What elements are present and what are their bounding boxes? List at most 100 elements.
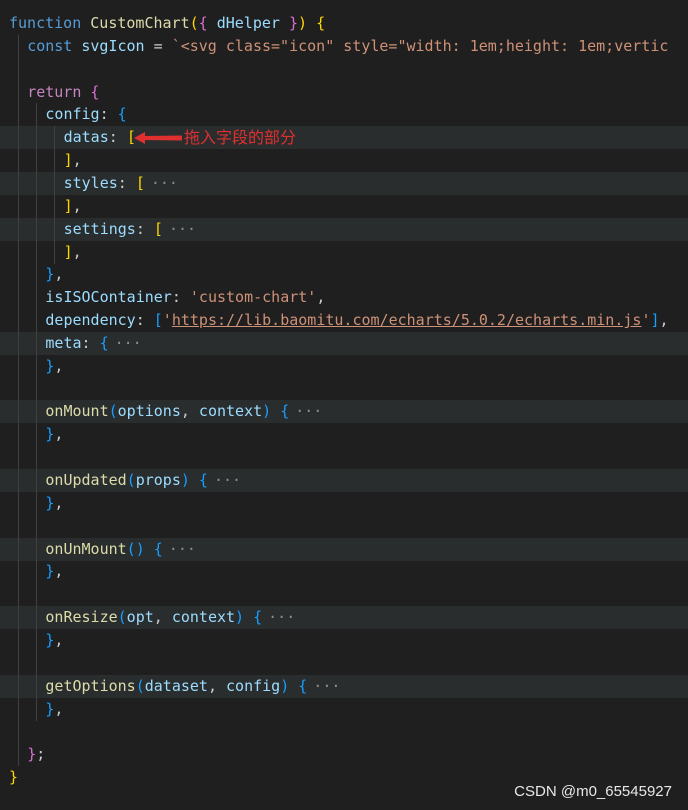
code-token: styles (63, 173, 118, 192)
code-token: ) (262, 402, 272, 421)
indent-guide (18, 194, 19, 218)
code-line[interactable]: onUpdated(props) {··· (0, 469, 688, 492)
indent-guide (18, 331, 19, 355)
code-line[interactable]: config: { (0, 103, 688, 127)
code-token: { (198, 471, 208, 489)
code-token: `<svg class="icon" style="width: 1em;hei… (171, 36, 669, 55)
code-text: settings: [··· (64, 218, 198, 241)
code-line[interactable]: settings: [··· (0, 217, 688, 241)
code-line[interactable]: isISOContainer: 'custom-chart', (0, 286, 688, 310)
code-token: { (117, 105, 127, 124)
code-line[interactable] (0, 720, 688, 744)
code-line[interactable]: styles: [··· (0, 171, 688, 195)
code-text: onMount(options, context) {··· (45, 400, 324, 423)
code-token: { (90, 82, 100, 101)
code-token: onResize (45, 608, 118, 627)
indent-guide (18, 34, 19, 58)
indent-guide (36, 674, 38, 698)
code-line[interactable]: getOptions(dataset, config) {··· (0, 674, 688, 698)
indent-guide (54, 149, 56, 173)
indent-guide (36, 423, 38, 447)
code-token: onUnMount (45, 539, 127, 558)
code-line[interactable]: onResize(opt, context) {··· (0, 606, 688, 630)
indent-guide (54, 194, 56, 218)
code-token: : (135, 311, 154, 330)
code-line[interactable]: }, (0, 263, 688, 287)
indent-guide (36, 286, 38, 310)
code-text: dependency: ['https://lib.baomitu.com/ec… (45, 309, 668, 332)
code-line[interactable]: ], (0, 240, 688, 264)
indent-guide (36, 628, 38, 652)
code-token: , (54, 265, 64, 284)
code-line[interactable]: ], (0, 194, 688, 218)
code-line[interactable]: }, (0, 354, 688, 378)
fold-ellipsis-button[interactable]: ··· (311, 677, 342, 695)
fold-ellipsis-button[interactable]: ··· (266, 608, 297, 626)
code-line[interactable] (0, 651, 688, 675)
fold-ellipsis-button[interactable]: ··· (293, 402, 324, 420)
code-token: , (659, 311, 669, 330)
code-token: ) (235, 608, 245, 627)
indent-guide (36, 697, 38, 721)
code-line[interactable] (0, 377, 688, 401)
code-line[interactable]: }, (0, 560, 688, 584)
code-line[interactable]: }, (0, 491, 688, 515)
code-token: ( (189, 14, 199, 32)
code-token: svgIcon (81, 36, 145, 55)
fold-ellipsis-button[interactable]: ··· (149, 174, 180, 192)
fold-ellipsis-button[interactable]: ··· (167, 220, 198, 238)
code-line[interactable]: return { (0, 80, 688, 104)
code-token: { (316, 14, 326, 32)
code-line[interactable]: const svgIcon = `<svg class="icon" style… (0, 34, 688, 58)
code-text: }, (45, 560, 63, 583)
indent-guide (18, 286, 19, 310)
code-token: { (280, 402, 290, 421)
code-line[interactable] (0, 446, 688, 470)
indent-guide (18, 583, 19, 607)
red-arrow-icon (134, 132, 182, 144)
code-line[interactable]: dependency: ['https://lib.baomitu.com/ec… (0, 309, 688, 333)
indent-guide (36, 491, 38, 515)
code-line[interactable]: function CustomChart({ dHelper }) { (0, 12, 688, 35)
code-line[interactable] (0, 514, 688, 538)
code-token: onMount (45, 402, 109, 421)
code-token: { (298, 676, 308, 695)
indent-guide (36, 651, 38, 675)
code-text: getOptions(dataset, config) {··· (45, 675, 342, 698)
code-line[interactable]: }, (0, 697, 688, 721)
code-line[interactable] (0, 583, 688, 607)
code-line[interactable]: }, (0, 423, 688, 447)
code-line[interactable]: datas: [ (0, 126, 688, 150)
fold-ellipsis-button[interactable]: ··· (212, 471, 243, 489)
code-token: ] (63, 151, 73, 170)
code-token: ) (298, 14, 308, 32)
indent-guide (36, 149, 38, 173)
indent-guide (36, 560, 38, 584)
code-line[interactable] (0, 57, 688, 81)
code-token: { (253, 608, 263, 627)
code-editor[interactable]: function CustomChart({ dHelper }) {const… (0, 0, 688, 810)
fold-ellipsis-button[interactable]: ··· (167, 540, 198, 558)
code-line[interactable]: }, (0, 628, 688, 652)
code-token: ( (108, 402, 118, 421)
indent-guide (18, 149, 19, 173)
code-line[interactable]: onMount(options, context) {··· (0, 400, 688, 424)
code-token: function (9, 14, 82, 32)
code-token: [ (153, 311, 163, 330)
code-line[interactable]: meta: {··· (0, 331, 688, 355)
fold-ellipsis-button[interactable]: ··· (113, 334, 144, 352)
code-text: onUpdated(props) {··· (45, 469, 243, 492)
code-text: styles: [··· (64, 172, 180, 195)
indent-guide (18, 560, 19, 584)
code-token: config (226, 676, 281, 695)
code-token: CustomChart (90, 14, 190, 32)
indent-guide (18, 697, 19, 721)
indent-guide (18, 446, 19, 470)
code-token: : (117, 173, 136, 192)
code-line[interactable]: }; (0, 743, 688, 767)
code-line[interactable]: ], (0, 149, 688, 173)
code-line[interactable]: onUnMount() {··· (0, 537, 688, 561)
